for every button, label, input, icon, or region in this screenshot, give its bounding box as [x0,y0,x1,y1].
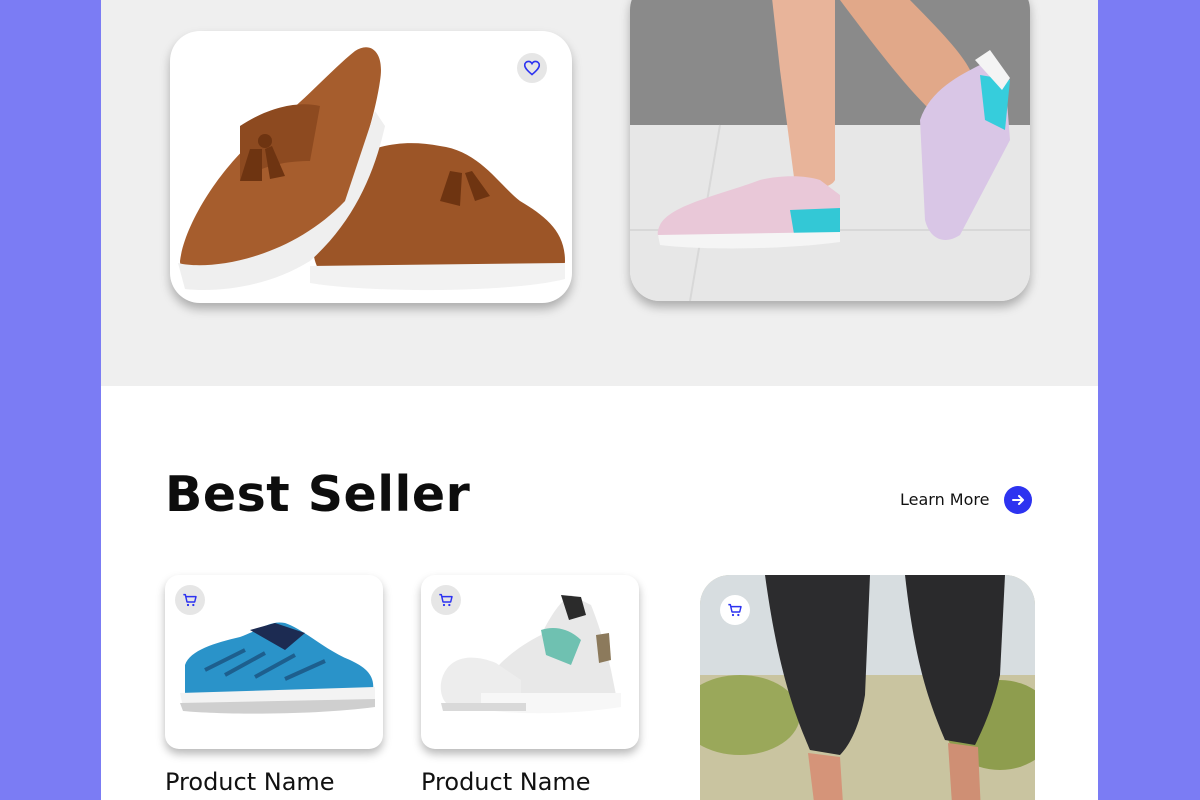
loafer-product-card[interactable] [170,31,572,303]
product-card[interactable] [165,575,383,749]
heart-icon [523,60,541,76]
runner-legs-image [700,575,1035,800]
product-name[interactable]: Product Name [421,768,591,796]
section-title: Best Seller [165,466,471,523]
blue-knit-sneaker-image [180,622,375,714]
featured-lifestyle-card[interactable] [700,575,1035,800]
favorite-button[interactable] [517,53,547,83]
white-chunky-sneaker-image [440,595,621,714]
arrow-right-icon [1012,495,1024,505]
learn-more-arrow-button[interactable] [1004,486,1032,514]
product-card[interactable] [421,575,639,749]
cart-icon [728,603,742,617]
add-to-cart-button[interactable] [720,595,750,625]
learn-more-link[interactable]: Learn More [900,490,989,509]
landing-page: Best Seller Learn More Product Name Prod… [101,0,1098,800]
iridescent-sneaker-image [630,0,1030,301]
hero-section [101,0,1098,386]
sneaker-lifestyle-photo [630,0,1030,301]
brown-loafer-image [178,47,565,291]
product-name[interactable]: Product Name [165,768,335,796]
